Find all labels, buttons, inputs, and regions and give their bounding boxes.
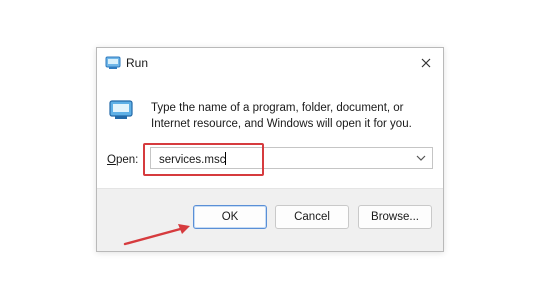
open-label-accesskey: O	[107, 154, 116, 166]
red-arrow-icon	[123, 224, 190, 246]
run-program-icon	[109, 100, 133, 119]
open-label-rest: pen:	[115, 154, 139, 166]
close-icon	[421, 58, 431, 68]
window-title: Run	[126, 56, 149, 70]
close-button[interactable]	[415, 52, 437, 74]
open-label: Open:	[107, 154, 138, 166]
title-bar: Run	[97, 48, 443, 78]
run-icon	[105, 56, 121, 69]
chevron-down-icon[interactable]	[415, 151, 427, 165]
instruction-text: Type the name of a program, folder, docu…	[151, 102, 412, 130]
browse-button[interactable]: Browse...	[358, 205, 432, 229]
cancel-button[interactable]: Cancel	[275, 205, 349, 229]
annotation-highlight-box	[143, 143, 264, 176]
ok-button[interactable]: OK	[193, 205, 267, 229]
